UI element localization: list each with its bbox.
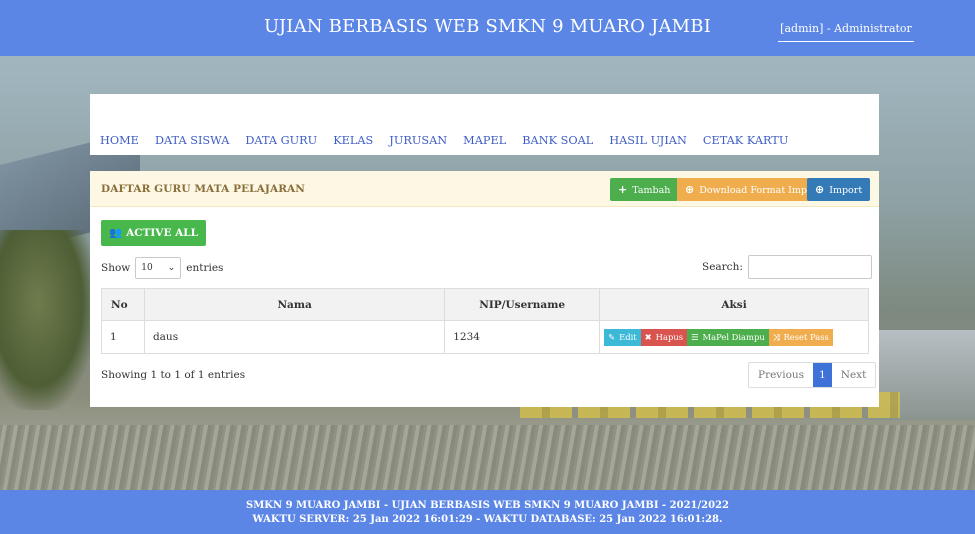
cell-aksi: ✎ Edit ✖ Hapus ☰ MaPel Diampu ⤨ Reset Pass (599, 320, 869, 354)
nav-item-mapel[interactable]: MAPEL (463, 134, 506, 147)
teacher-table: No Nama NIP/Username Aksi 1 daus 1234 ✎ E… (101, 288, 869, 354)
table-header-row: No Nama NIP/Username Aksi (101, 288, 869, 321)
column-header-nip[interactable]: NIP/Username (444, 288, 601, 321)
nav-item-data-siswa[interactable]: DATA SISWA (155, 134, 229, 147)
active-all-label: ACTIVE ALL (126, 227, 199, 239)
next-page-button[interactable]: Next (832, 363, 876, 387)
subjects-label: MaPel Diampu (702, 331, 765, 342)
table-row: 1 daus 1234 ✎ Edit ✖ Hapus ☰ MaPel Diampu ⤨… (101, 320, 869, 354)
subjects-taught-button[interactable]: ☰ MaPel Diampu (687, 328, 769, 346)
pagination: Previous 1 Next (748, 362, 877, 388)
plus-icon: + (618, 183, 628, 196)
nav-item-home[interactable]: HOME (100, 134, 139, 147)
reset-label: Reset Pass (783, 331, 829, 342)
page-1-button[interactable]: 1 (813, 363, 832, 387)
users-icon: 👥 (109, 227, 123, 239)
pencil-icon: ✎ (608, 331, 616, 342)
nav-item-data-guru[interactable]: DATA GURU (245, 134, 317, 147)
shuffle-icon: ⤨ (772, 331, 780, 342)
nav-item-bank-soal[interactable]: BANK SOAL (522, 134, 593, 147)
table-info: Showing 1 to 1 of 1 entries (101, 369, 246, 381)
main-nav: HOME DATA SISWA DATA GURU KELAS JURUSAN … (100, 134, 804, 147)
reset-password-button[interactable]: ⤨ Reset Pass (768, 328, 833, 346)
edit-button[interactable]: ✎ Edit (604, 328, 641, 346)
background-tree (0, 230, 95, 410)
close-icon: ✖ (644, 331, 652, 342)
chevron-down-icon: ⌄ (167, 263, 176, 273)
show-label: Show (101, 262, 131, 274)
active-all-button[interactable]: 👥 ACTIVE ALL (101, 220, 207, 246)
nav-panel: HOME DATA SISWA DATA GURU KELAS JURUSAN … (90, 94, 879, 155)
footer: SMKN 9 MUARO JAMBI - UJIAN BERBASIS WEB … (0, 490, 975, 534)
nav-item-cetak-kartu[interactable]: CETAK KARTU (703, 134, 789, 147)
user-menu[interactable]: [admin] - Administrator (778, 22, 914, 42)
nav-item-hasil-ujian[interactable]: HASIL UJIAN (609, 134, 687, 147)
footer-line-2: WAKTU SERVER: 25 Jan 2022 16:01:29 - WAK… (252, 514, 723, 525)
background-ground (0, 425, 975, 490)
column-header-nama[interactable]: Nama (143, 288, 446, 321)
column-header-no[interactable]: No (101, 288, 145, 321)
panel-title: DAFTAR GURU MATA PELAJARAN (101, 183, 305, 195)
import-button-label: Import (829, 185, 863, 196)
row-actions: ✎ Edit ✖ Hapus ☰ MaPel Diampu ⤨ Reset Pass (604, 328, 868, 346)
top-bar: UJIAN BERBASIS WEB SMKN 9 MUARO JAMBI [a… (0, 0, 975, 56)
cell-nama: daus (143, 320, 446, 354)
add-button[interactable]: + Tambah (610, 178, 679, 201)
cell-no: 1 (101, 320, 145, 354)
import-button[interactable]: ⊕ Import (807, 178, 871, 201)
teacher-list-panel: DAFTAR GURU MATA PELAJARAN + Tambah ⊕ Down… (90, 171, 879, 407)
circle-plus-icon: ⊕ (815, 183, 825, 196)
search-label: Search: (702, 261, 743, 273)
add-button-label: Tambah (632, 185, 671, 196)
delete-button[interactable]: ✖ Hapus (640, 328, 688, 346)
column-header-aksi: Aksi (599, 288, 869, 321)
download-button-label: Download Format Import (699, 185, 822, 196)
cell-nip: 1234 (444, 320, 601, 354)
panel-heading: DAFTAR GURU MATA PELAJARAN + Tambah ⊕ Down… (90, 171, 879, 207)
nav-item-kelas[interactable]: KELAS (333, 134, 373, 147)
entries-select[interactable]: 10 ⌄ (135, 257, 182, 279)
previous-page-button[interactable]: Previous (749, 363, 813, 387)
edit-label: Edit (619, 331, 637, 342)
delete-label: Hapus (655, 331, 684, 342)
search-control: Search: (702, 255, 872, 279)
footer-line-1: SMKN 9 MUARO JAMBI - UJIAN BERBASIS WEB … (246, 500, 729, 511)
nav-item-jurusan[interactable]: JURUSAN (389, 134, 447, 147)
search-input[interactable] (747, 255, 872, 279)
entries-label: entries (186, 262, 224, 274)
entries-select-value: 10 (141, 263, 153, 273)
entries-length-control: Show 10 ⌄ entries (101, 257, 223, 279)
circle-plus-icon: ⊕ (685, 183, 695, 196)
list-icon: ☰ (691, 331, 699, 342)
